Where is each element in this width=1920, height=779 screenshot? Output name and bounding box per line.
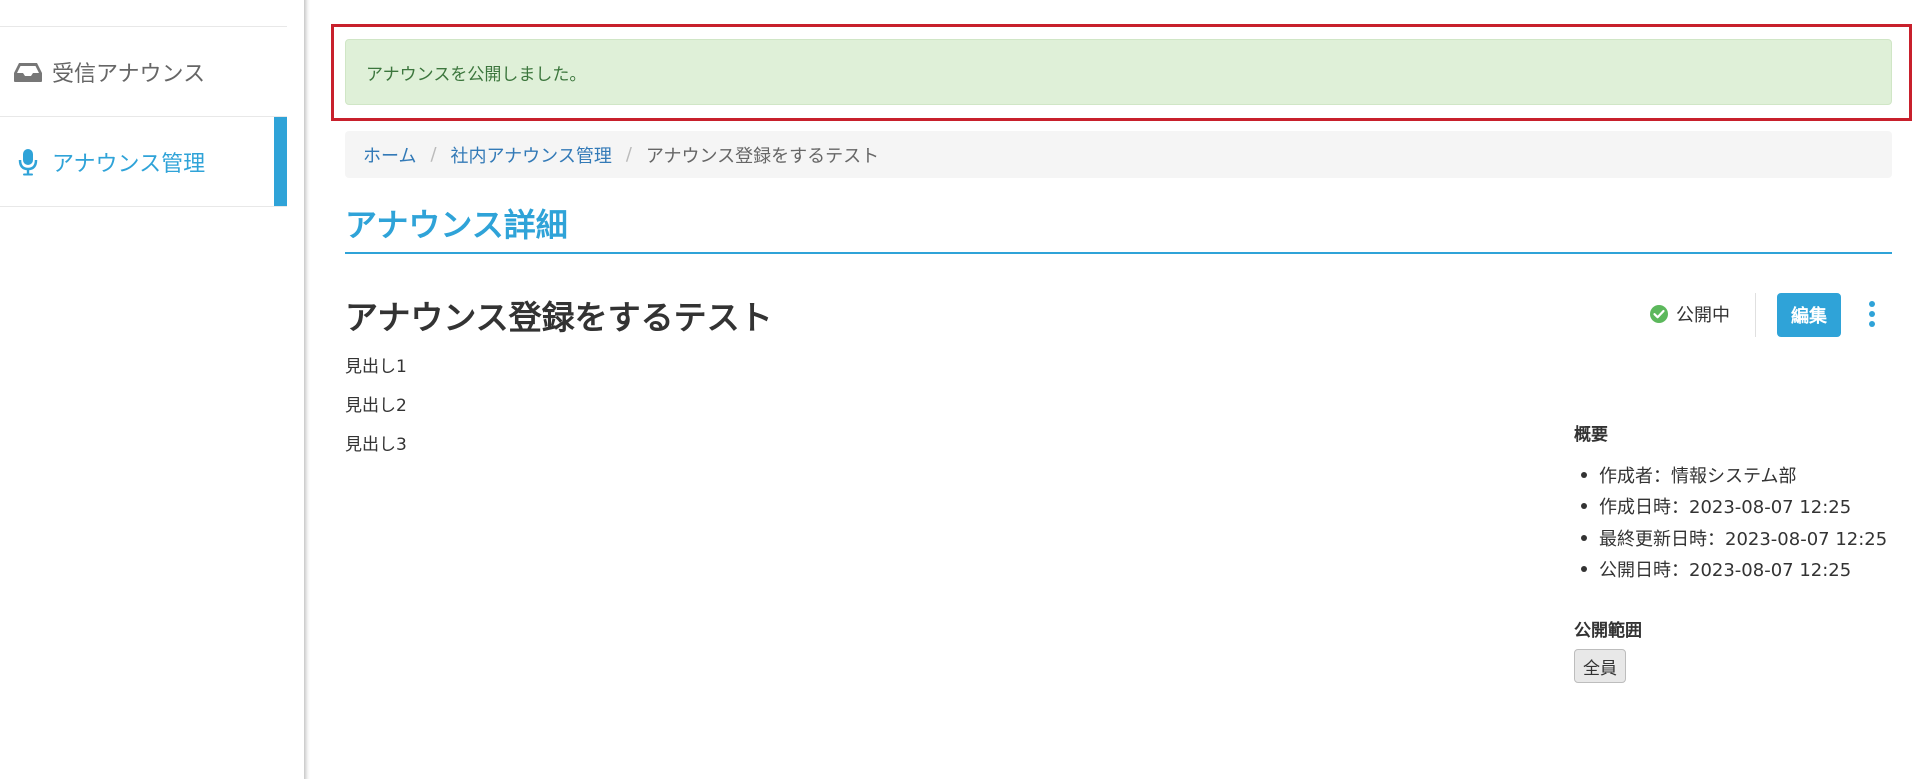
announcement-title: アナウンス登録をするテスト [345, 298, 773, 337]
page-title: アナウンス詳細 [345, 206, 568, 244]
active-indicator [274, 117, 287, 206]
kebab-dot-icon [1869, 321, 1875, 327]
body-heading-2: 見出し2 [345, 396, 407, 416]
summary-created-at: 作成日時：2023-08-07 12:25 [1574, 491, 1904, 523]
status-badge: 公開中 [1650, 301, 1730, 327]
sidebar-item-inbox[interactable]: 受信アナウンス [0, 27, 287, 117]
scope-heading: 公開範囲 [1574, 621, 1642, 641]
sidebar-shadow [304, 0, 310, 779]
title-underline [345, 252, 1892, 254]
sidebar-item-label: 受信アナウンス [52, 61, 206, 87]
success-alert: アナウンスを公開しました。 [345, 39, 1892, 105]
alert-message: アナウンスを公開しました。 [366, 64, 587, 85]
summary-heading: 概要 [1574, 425, 1608, 445]
breadcrumb-separator: / [625, 144, 632, 165]
summary-updated-at: 最終更新日時：2023-08-07 12:25 [1574, 522, 1904, 554]
breadcrumb: ホーム / 社内アナウンス管理 / アナウンス登録をするテスト [345, 131, 1892, 178]
body-heading-3: 見出し3 [345, 435, 407, 455]
status-label: 公開中 [1676, 305, 1730, 326]
breadcrumb-current: アナウンス登録をするテスト [645, 145, 880, 167]
check-circle-icon [1650, 305, 1668, 323]
summary-panel: 概要 作成者：情報システム部 作成日時：2023-08-07 12:25 最終更… [1574, 420, 1904, 585]
microphone-icon [12, 148, 44, 176]
body-heading-1: 見出し1 [345, 357, 407, 377]
breadcrumb-separator: / [430, 144, 437, 165]
summary-list: 作成者：情報システム部 作成日時：2023-08-07 12:25 最終更新日時… [1574, 459, 1904, 585]
app: 受信アナウンス アナウンス管理 アナウンスを公開しました。 ホーム / 社内アナ… [0, 0, 1920, 779]
edit-button[interactable]: 編集 [1777, 293, 1841, 337]
breadcrumb-announcement-management-link[interactable]: 社内アナウンス管理 [451, 142, 612, 168]
sidebar: 受信アナウンス アナウンス管理 [0, 0, 304, 779]
toolbar-divider [1755, 293, 1756, 337]
sidebar-item-label: アナウンス管理 [52, 151, 206, 177]
sidebar-item-announcement-management[interactable]: アナウンス管理 [0, 117, 287, 207]
kebab-dot-icon [1869, 311, 1875, 317]
more-options-button[interactable] [1862, 296, 1882, 332]
scope-badge: 全員 [1574, 649, 1626, 683]
kebab-dot-icon [1869, 301, 1875, 307]
summary-published-at: 公開日時：2023-08-07 12:25 [1574, 554, 1904, 586]
breadcrumb-home-link[interactable]: ホーム [363, 142, 416, 168]
summary-author: 作成者：情報システム部 [1574, 459, 1904, 491]
inbox-icon [12, 58, 44, 86]
